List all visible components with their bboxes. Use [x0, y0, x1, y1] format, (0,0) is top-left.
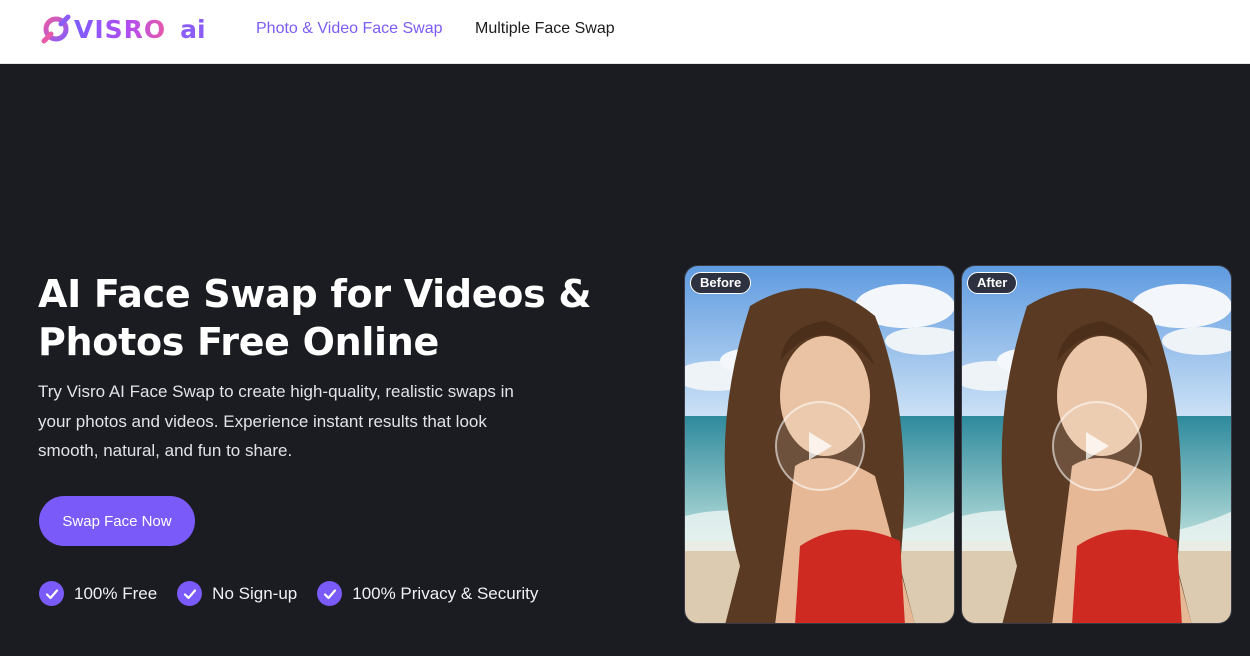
brand-suffix: ai: [180, 14, 206, 44]
check-icon: [317, 581, 343, 606]
brand-logo[interactable]: VISRO ai: [40, 13, 206, 45]
swap-face-now-button[interactable]: Swap Face Now: [39, 496, 195, 546]
check-icon: [177, 581, 203, 606]
feature-label: 100% Free: [74, 583, 158, 603]
feature-label: No Sign-up: [212, 583, 298, 603]
before-badge: Before: [690, 272, 752, 294]
brand-name: VISRO: [74, 14, 167, 44]
play-icon[interactable]: [775, 401, 865, 491]
feature-label: 100% Privacy & Security: [352, 583, 539, 603]
nav-photo-video-face-swap[interactable]: Photo & Video Face Swap: [256, 19, 443, 39]
feature-no-signup: No Sign-up: [177, 581, 297, 606]
after-badge: After: [967, 272, 1018, 294]
hero-title: AI Face Swap for Videos & Photos Free On…: [38, 272, 592, 364]
logo-icon: [40, 13, 72, 45]
play-icon[interactable]: [1052, 401, 1142, 491]
check-icon: [39, 581, 64, 606]
feature-privacy: 100% Privacy & Security: [317, 581, 538, 606]
before-preview-card[interactable]: Before: [684, 265, 955, 624]
after-preview-card[interactable]: After: [961, 265, 1232, 624]
hero-description: Try Visro AI Face Swap to create high-qu…: [38, 382, 514, 460]
nav-multiple-face-swap[interactable]: Multiple Face Swap: [475, 19, 615, 39]
feature-list: 100% Free No Sign-up 100% Privacy & Secu…: [39, 581, 558, 606]
feature-free: 100% Free: [39, 581, 157, 606]
top-navbar: VISRO ai Photo & Video Face Swap Multipl…: [0, 0, 1250, 64]
